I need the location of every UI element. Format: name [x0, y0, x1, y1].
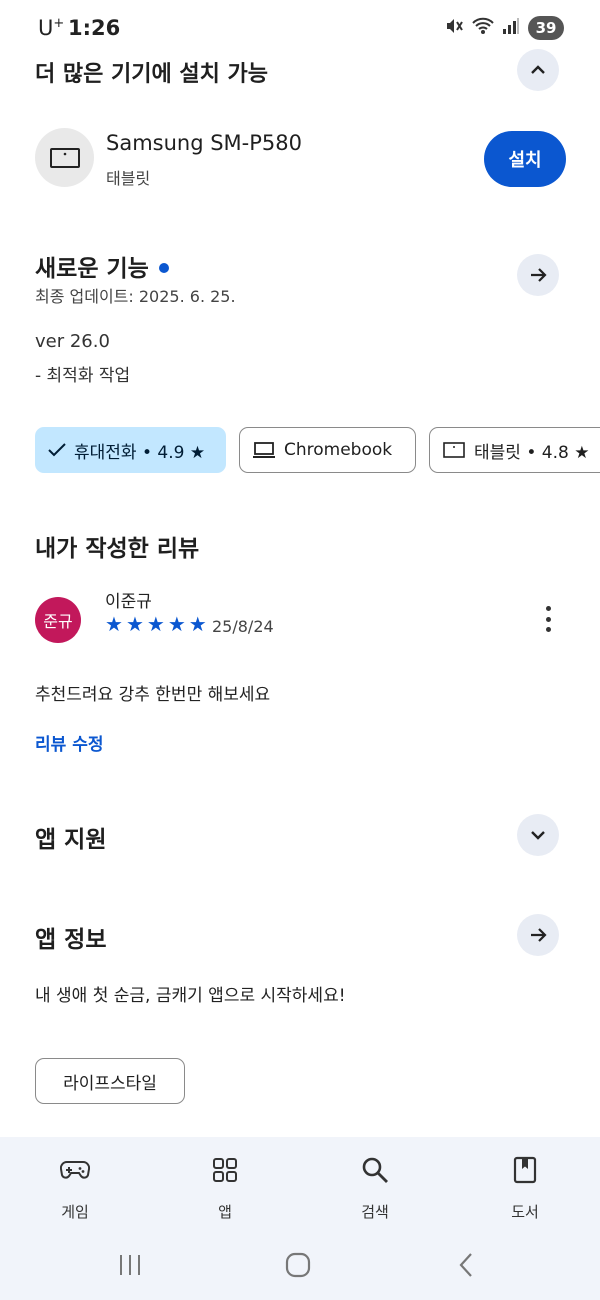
home-icon[interactable]: [285, 1252, 311, 1282]
system-nav-bar: [0, 1232, 600, 1300]
signal-icon: [502, 17, 520, 39]
nav-books-label: 도서: [511, 1203, 539, 1221]
status-icons: 39: [444, 16, 564, 40]
edit-review-link[interactable]: 리뷰 수정: [35, 730, 103, 755]
nav-apps-label: 앱: [218, 1203, 232, 1221]
rating-stars: ★ ★ ★ ★ ★: [105, 614, 207, 634]
star-icon: ★: [105, 612, 123, 636]
reviewer-name: 이준규: [105, 592, 152, 612]
star-icon: ★: [188, 612, 207, 636]
collapse-button[interactable]: [517, 49, 559, 91]
battery-indicator: 39: [528, 16, 564, 40]
app-description: 내 생애 첫 순금, 금캐기 앱으로 시작하세요!: [35, 986, 346, 1006]
nav-games[interactable]: 게임: [25, 1137, 125, 1232]
arrow-right-icon: [531, 928, 547, 942]
apps-grid-icon: [212, 1153, 238, 1187]
carrier-label: U+: [38, 16, 65, 40]
nav-books[interactable]: 도서: [475, 1137, 575, 1232]
whats-new-arrow-button[interactable]: [517, 254, 559, 296]
chip-chromebook[interactable]: Chromebook: [239, 427, 416, 473]
app-info-arrow-button[interactable]: [517, 914, 559, 956]
release-notes: - 최적화 작업: [35, 366, 131, 386]
wifi-icon: [472, 16, 494, 40]
last-updated: 최종 업데이트: 2025. 6. 25.: [35, 287, 236, 306]
nav-apps[interactable]: 앱: [175, 1137, 275, 1232]
chip-tablet[interactable]: 태블릿 • 4.8 ★: [429, 427, 600, 473]
star-icon: ★: [167, 612, 186, 636]
device-name: Samsung SM-P580: [106, 131, 302, 155]
laptop-icon: [253, 442, 275, 458]
arrow-right-icon: [531, 268, 547, 282]
review-date: 25/8/24: [212, 617, 274, 636]
tablet-icon: [443, 442, 465, 458]
chevron-down-icon: [531, 831, 545, 840]
nav-search[interactable]: 검색: [325, 1137, 425, 1232]
status-time: 1:26: [68, 16, 121, 40]
mute-icon: [444, 16, 464, 40]
app-support-title: 앱 지원: [35, 827, 107, 853]
app-support-expand-button[interactable]: [517, 814, 559, 856]
nav-games-label: 게임: [61, 1203, 89, 1221]
category-chip[interactable]: 라이프스타일: [35, 1058, 185, 1104]
version-text: ver 26.0: [35, 331, 110, 352]
tablet-device-icon-wrap: [35, 128, 94, 187]
more-options-icon[interactable]: [536, 603, 560, 635]
search-icon: [361, 1153, 389, 1187]
recent-apps-icon[interactable]: [118, 1253, 142, 1281]
review-text: 추천드려요 강추 한번만 해보세요: [35, 685, 271, 705]
star-icon: ★: [146, 612, 165, 636]
more-devices-title: 더 많은 기기에 설치 가능: [35, 62, 269, 87]
nav-search-label: 검색: [361, 1203, 389, 1221]
install-button[interactable]: 설치: [484, 131, 566, 187]
status-bar: U+ 1:26 39: [0, 0, 600, 56]
device-type: 태블릿: [106, 169, 151, 188]
app-info-title: 앱 정보: [35, 927, 107, 953]
new-indicator-dot: [158, 263, 169, 273]
gamepad-icon: [60, 1153, 90, 1187]
chip-chromebook-label: Chromebook: [284, 440, 393, 460]
chip-phone[interactable]: 휴대전화 • 4.9 ★: [35, 427, 226, 473]
chip-phone-label: 휴대전화 • 4.9 ★: [74, 442, 206, 463]
tablet-icon: [49, 147, 80, 168]
my-review-title: 내가 작성한 리뷰: [35, 536, 200, 562]
chip-tablet-label: 태블릿 • 4.8 ★: [474, 442, 590, 463]
chevron-up-icon: [531, 65, 545, 74]
back-icon[interactable]: [456, 1252, 476, 1282]
avatar: 준규: [35, 597, 81, 643]
check-icon: [48, 443, 66, 457]
star-icon: ★: [125, 612, 144, 636]
bottom-nav: 게임 앱 검색 도서: [0, 1137, 600, 1232]
whats-new-title: 새로운 기능: [35, 249, 169, 283]
book-icon: [513, 1153, 537, 1187]
